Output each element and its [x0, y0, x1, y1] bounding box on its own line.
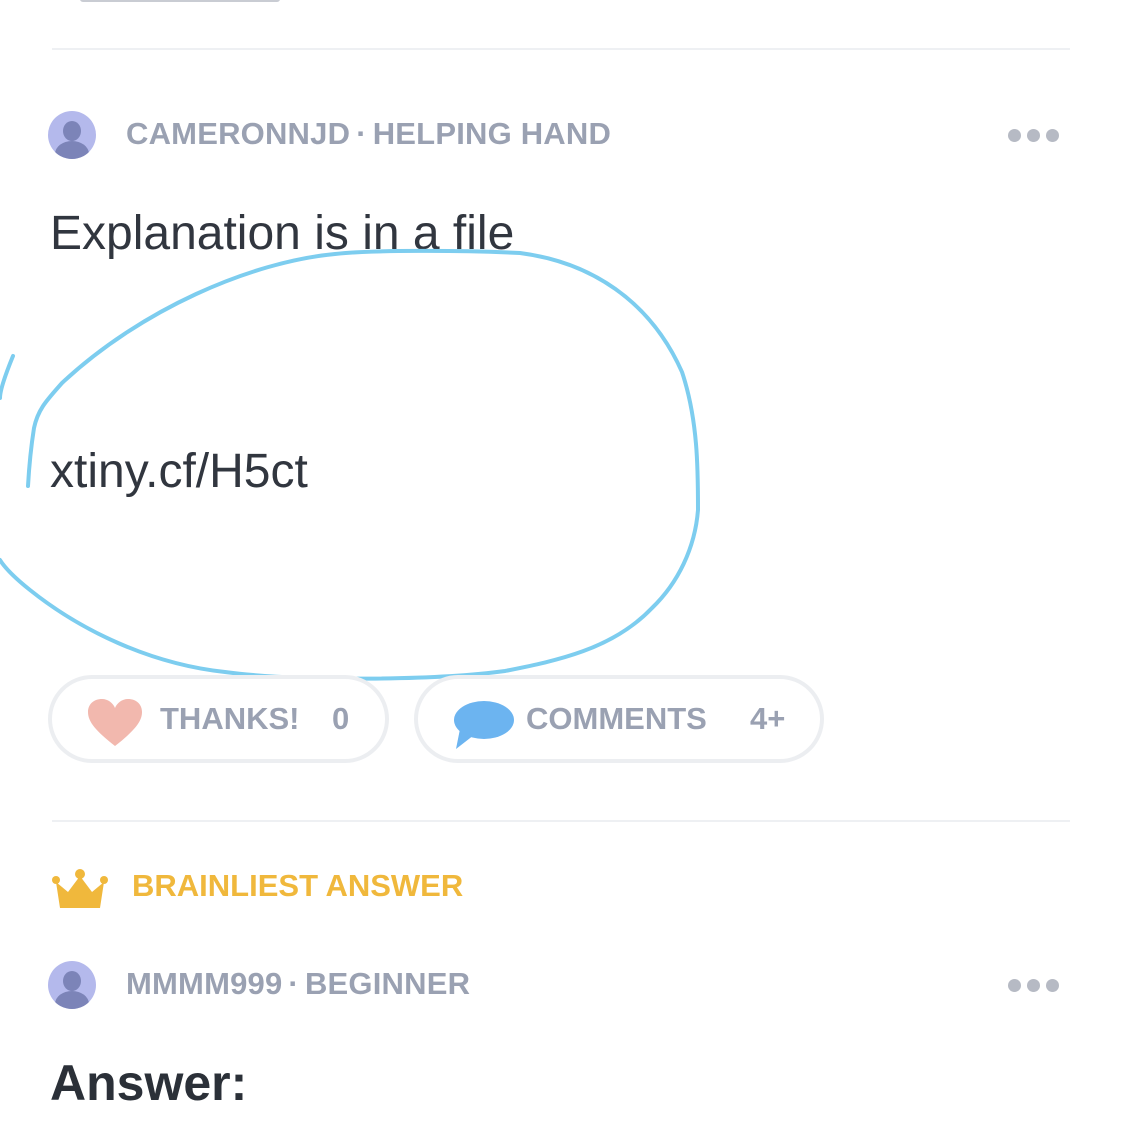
- meta-separator: ·: [356, 116, 367, 151]
- crown-icon: [52, 869, 108, 908]
- avatar[interactable]: [48, 111, 96, 159]
- thanks-button[interactable]: THANKS! 0: [48, 675, 389, 763]
- divider-between-answers: [52, 820, 1070, 822]
- avatar[interactable]: [48, 961, 96, 1009]
- comments-button[interactable]: COMMENTS 4+: [414, 675, 824, 763]
- thanks-label: THANKS!: [160, 701, 300, 736]
- answer-link-text: xtiny.cf/H5ct: [50, 445, 308, 498]
- divider-top: [52, 48, 1070, 50]
- more-options-button[interactable]: [1008, 975, 1060, 995]
- brainliest-answer-badge: BRAINLIEST ANSWER: [132, 868, 464, 903]
- answer-author-line: CAMERONNJD · HELPING HAND: [126, 116, 611, 152]
- meta-separator: ·: [288, 966, 299, 1001]
- annotation-circle-scribble: [0, 248, 700, 681]
- previous-content-cutoff: [80, 0, 300, 2]
- answer-heading: Answer:: [50, 1055, 248, 1111]
- author-rank: BEGINNER: [304, 966, 471, 1001]
- answer-author-line: MMMM999 · BEGINNER: [126, 966, 470, 1002]
- more-options-button[interactable]: [1008, 125, 1060, 145]
- comments-label: COMMENTS: [526, 701, 707, 736]
- answer-text-line-1: Explanation is in a file: [50, 207, 515, 260]
- comment-bubble-icon: [454, 701, 514, 749]
- author-name[interactable]: CAMERONNJD: [126, 116, 350, 151]
- author-rank: HELPING HAND: [372, 116, 612, 151]
- thanks-count: 0: [332, 701, 350, 736]
- comments-count: 4+: [750, 701, 786, 736]
- author-name[interactable]: MMMM999: [126, 966, 282, 1001]
- heart-icon: [88, 699, 142, 746]
